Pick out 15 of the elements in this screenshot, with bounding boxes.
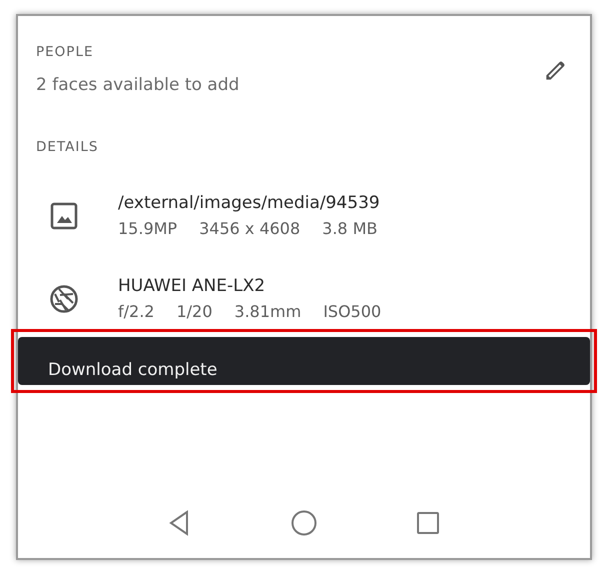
detail-meta: ISO500 [323, 302, 382, 321]
detail-meta: 3.81mm [234, 302, 302, 321]
recents-button[interactable] [415, 510, 441, 536]
detail-meta: 3.8 MB [322, 219, 378, 238]
snackbar-message: Download complete [48, 360, 218, 380]
detail-meta: 15.9MP [118, 219, 178, 238]
detail-meta: 1/20 [176, 302, 212, 321]
detail-meta: 3456 x 4608 [199, 219, 300, 238]
section-heading: DETAILS [36, 139, 98, 155]
section-heading: PEOPLE [36, 44, 94, 60]
detail-meta: f/2.2 [118, 302, 154, 321]
faces-subtitle: 2 faces available to add [36, 75, 240, 95]
detail-title: /external/images/media/94539 [118, 193, 380, 213]
home-button[interactable] [291, 510, 317, 536]
detail-title: HUAWEI ANE-LX2 [118, 276, 266, 296]
